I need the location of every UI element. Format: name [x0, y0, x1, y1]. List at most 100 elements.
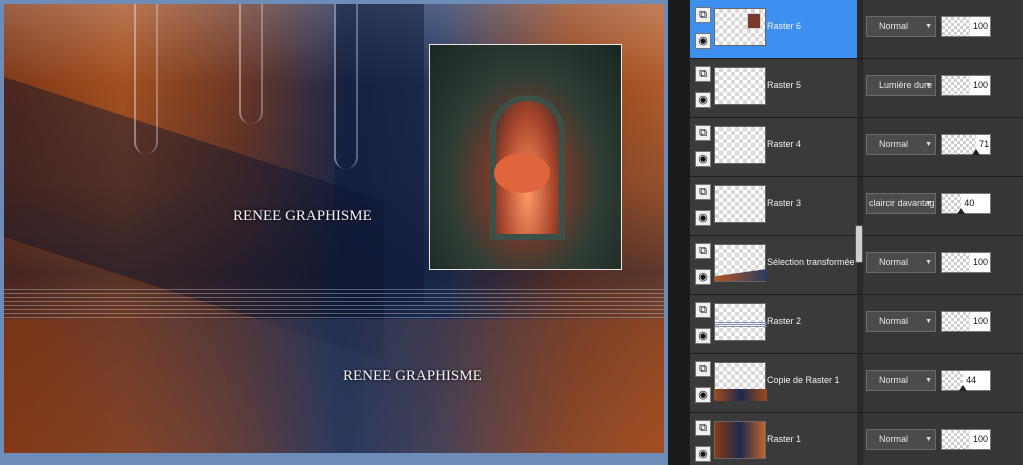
canvas-wave [134, 4, 158, 154]
panel-splitter [668, 0, 690, 465]
layer-thumbnail [714, 8, 766, 46]
canvas-tube-image [429, 44, 622, 270]
layer-link-icon[interactable]: ⧉ [695, 7, 711, 23]
eye-icon[interactable]: ◉ [695, 151, 711, 167]
canvas-frame: RENEE GRAPHISME RENEE GRAPHISME [0, 0, 668, 465]
layer-properties: claircir davantag ▼ 40 [863, 177, 1023, 235]
layer-row[interactable]: ⧉ ◉ Raster 1 Normal ▼ 100 [690, 413, 1023, 465]
layer-row-main[interactable]: ⧉ ◉ Raster 2 [690, 295, 857, 353]
blend-mode-dropdown[interactable]: Normal ▼ [866, 252, 936, 273]
opacity-slider[interactable]: 100 [941, 252, 991, 273]
canvas-wave [239, 4, 263, 124]
layer-row[interactable]: ⧉ ◉ Raster 4 Normal ▼ 71 [690, 118, 1023, 177]
opacity-slider[interactable]: 100 [941, 429, 991, 450]
opacity-slider[interactable]: 40 [941, 193, 991, 214]
layer-properties: Normal ▼ 100 [863, 0, 1023, 58]
layer-link-icon[interactable]: ⧉ [695, 420, 711, 436]
eye-icon[interactable]: ◉ [695, 269, 711, 285]
layer-row-main[interactable]: ⧉ ◉ Raster 4 [690, 118, 857, 176]
layer-properties: Normal ▼ 44 [863, 354, 1023, 412]
blend-mode-dropdown[interactable]: Normal ▼ [866, 429, 936, 450]
layer-thumbnail [714, 67, 766, 105]
chevron-down-icon: ▼ [925, 318, 932, 325]
blend-mode-label: Normal [879, 434, 909, 444]
layer-thumbnail [714, 421, 766, 459]
layer-name: Raster 4 [767, 139, 802, 149]
layer-row-main[interactable]: ⧉ ◉ Raster 5 [690, 59, 857, 117]
opacity-slider-handle[interactable] [972, 149, 981, 155]
blend-mode-label: Normal [879, 257, 909, 267]
opacity-value[interactable]: 100 [970, 312, 990, 331]
layer-thumbnail [714, 126, 766, 164]
chevron-down-icon: ▼ [925, 82, 932, 89]
eye-icon[interactable]: ◉ [695, 387, 711, 403]
image-canvas[interactable]: RENEE GRAPHISME RENEE GRAPHISME [4, 4, 664, 453]
layer-properties: Lumière dure ▼ 100 [863, 59, 1023, 117]
blend-mode-label: Lumière dure [879, 80, 933, 90]
layer-link-icon[interactable]: ⧉ [695, 243, 711, 259]
blend-mode-dropdown[interactable]: Lumière dure ▼ [866, 75, 936, 96]
layer-name: Raster 6 [767, 21, 802, 31]
layer-row[interactable]: ⧉ ◉ Copie de Raster 1 Normal ▼ 44 [690, 354, 1023, 413]
eye-icon[interactable]: ◉ [695, 33, 711, 49]
opacity-value[interactable]: 100 [970, 253, 990, 272]
opacity-value[interactable]: 44 [963, 371, 990, 390]
blend-mode-dropdown[interactable]: Normal ▼ [866, 311, 936, 332]
layer-link-icon[interactable]: ⧉ [695, 302, 711, 318]
opacity-slider[interactable]: 100 [941, 16, 991, 37]
blend-mode-dropdown[interactable]: Normal ▼ [866, 134, 936, 155]
watermark-text: RENEE GRAPHISME [343, 368, 482, 384]
chevron-down-icon: ▼ [925, 436, 932, 443]
eye-icon[interactable]: ◉ [695, 328, 711, 344]
blend-mode-dropdown[interactable]: claircir davantag ▼ [866, 193, 936, 214]
layer-properties: Normal ▼ 100 [863, 295, 1023, 353]
watermark-text: RENEE GRAPHISME [233, 208, 372, 224]
layer-name: Raster 3 [767, 198, 802, 208]
blend-mode-dropdown[interactable]: Normal ▼ [866, 16, 936, 37]
layer-properties: Normal ▼ 100 [863, 236, 1023, 294]
layer-name: Raster 1 [767, 434, 802, 444]
layer-row-main[interactable]: ⧉ ◉ Sélection transformée [690, 236, 857, 294]
eye-icon[interactable]: ◉ [695, 446, 711, 462]
app-window: RENEE GRAPHISME RENEE GRAPHISME ⧉ ◉ Raster… [0, 0, 1023, 465]
layer-link-icon[interactable]: ⧉ [695, 361, 711, 377]
layer-thumbnail [714, 185, 766, 223]
layer-thumbnail [714, 362, 767, 401]
chevron-down-icon: ▼ [925, 141, 932, 148]
layer-name: Raster 2 [767, 316, 802, 326]
blend-mode-dropdown[interactable]: Normal ▼ [866, 370, 936, 391]
opacity-slider-handle[interactable] [959, 385, 968, 391]
chevron-down-icon: ▼ [925, 23, 932, 30]
layer-name: Raster 5 [767, 80, 802, 90]
palette-resize-handle[interactable] [855, 225, 863, 263]
layer-link-icon[interactable]: ⧉ [695, 66, 711, 82]
layer-row[interactable]: ⧉ ◉ Raster 6 Normal ▼ 100 [690, 0, 1023, 59]
layer-row-main[interactable]: ⧉ ◉ Raster 6 [690, 0, 857, 58]
opacity-slider-handle[interactable] [957, 208, 966, 214]
opacity-slider[interactable]: 100 [941, 75, 991, 96]
fish-illustration [494, 153, 550, 193]
eye-icon[interactable]: ◉ [695, 92, 711, 108]
blend-mode-label: Normal [879, 375, 909, 385]
opacity-value[interactable]: 100 [970, 17, 990, 36]
layer-row-main[interactable]: ⧉ ◉ Copie de Raster 1 [690, 354, 857, 412]
canvas-wave [334, 4, 358, 169]
canvas-low-band [4, 319, 664, 453]
chevron-down-icon: ▼ [925, 377, 932, 384]
layer-link-icon[interactable]: ⧉ [695, 125, 711, 141]
layer-row[interactable]: ⧉ ◉ Raster 2 Normal ▼ 100 [690, 295, 1023, 354]
opacity-slider[interactable]: 100 [941, 311, 991, 332]
layer-properties: Normal ▼ 100 [863, 413, 1023, 465]
layer-row-main[interactable]: ⧉ ◉ Raster 1 [690, 413, 857, 465]
layer-row-main[interactable]: ⧉ ◉ Raster 3 [690, 177, 857, 235]
opacity-slider[interactable]: 44 [941, 370, 991, 391]
opacity-slider[interactable]: 71 [941, 134, 991, 155]
layer-row[interactable]: ⧉ ◉ Raster 5 Lumière dure ▼ 100 [690, 59, 1023, 118]
chevron-down-icon: ▼ [925, 259, 932, 266]
opacity-value[interactable]: 40 [961, 194, 990, 213]
opacity-value[interactable]: 100 [970, 76, 990, 95]
layer-link-icon[interactable]: ⧉ [695, 184, 711, 200]
eye-icon[interactable]: ◉ [695, 210, 711, 226]
opacity-value[interactable]: 100 [970, 430, 990, 449]
layer-name: Sélection transformée [767, 257, 855, 267]
